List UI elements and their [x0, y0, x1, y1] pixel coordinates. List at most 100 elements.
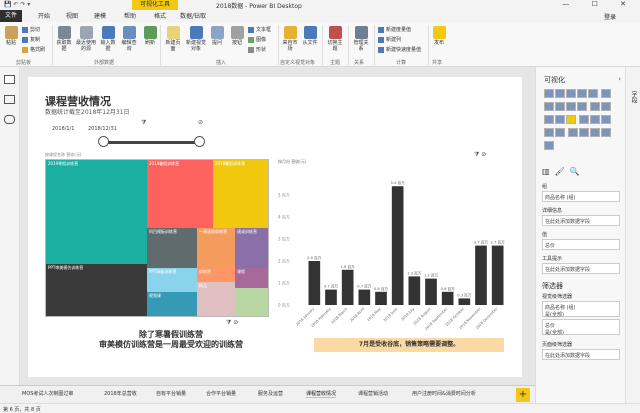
filter-icon[interactable]: ⧩ ⊘: [226, 319, 238, 327]
page-filter-well[interactable]: 在此处添加数据字段: [542, 349, 620, 360]
page-tab[interactable]: 服务及运营: [258, 390, 283, 397]
group-well[interactable]: 商品名称 (组): [542, 191, 620, 202]
visual-type-icon[interactable]: [544, 89, 554, 98]
bar[interactable]: [475, 245, 487, 305]
add-page-button[interactable]: +: [516, 388, 530, 402]
bar[interactable]: [325, 289, 337, 305]
switch-theme-button[interactable]: 切换主题: [326, 26, 344, 52]
new-page-button[interactable]: 新建页面: [164, 26, 182, 52]
treemap-visual[interactable]: 2019寒假训练营 2018暑假训练营 2018暑假训练营 PPT审美模仿训练营…: [45, 159, 269, 317]
treemap-tile[interactable]: 一周速成训练营: [197, 228, 235, 268]
visual-type-icon[interactable]: [578, 128, 589, 137]
visual-type-icon[interactable]: [589, 102, 600, 111]
treemap-tile[interactable]: PPT高级训练营: [147, 268, 197, 292]
date-slicer-track[interactable]: [102, 141, 198, 144]
fields-pane-collapsed[interactable]: 字段: [625, 67, 640, 403]
hide-icon[interactable]: ⊘: [198, 119, 203, 126]
slicer-start-date[interactable]: 2018/1/1: [52, 126, 74, 132]
shapes-button[interactable]: 形状: [248, 46, 266, 53]
manage-relations-button[interactable]: 管理关系: [352, 26, 370, 52]
ask-button[interactable]: 提问: [210, 26, 224, 46]
fields-format-analytics-icons[interactable]: ▥ 🖌 🔍: [542, 167, 580, 176]
tab-data-drill[interactable]: 数据/钻取: [180, 11, 206, 20]
treemap-visual-icon[interactable]: [566, 115, 576, 124]
visual-type-icon[interactable]: [544, 128, 554, 137]
treemap-tile[interactable]: PPT审美模仿训练营: [46, 264, 147, 316]
button-button[interactable]: 按钮: [230, 26, 244, 46]
filter-card[interactable]: 总价 是(全部): [542, 319, 620, 336]
visual-type-icon[interactable]: [567, 128, 578, 137]
bar[interactable]: [425, 278, 437, 305]
page-tab[interactable]: 合作平台销量: [206, 390, 236, 397]
window-controls[interactable]: — ☐ ✕: [562, 0, 636, 8]
page-tab-active[interactable]: 课程营收情况: [306, 390, 337, 398]
visual-type-icon[interactable]: [544, 141, 554, 150]
treemap-tile[interactable]: 2018暑假训练营: [213, 160, 268, 228]
collapse-icon[interactable]: ›: [618, 75, 621, 83]
page-tab[interactable]: 课程营销活动: [358, 390, 388, 397]
new-column-button[interactable]: 新建列: [378, 36, 401, 43]
treemap-tile[interactable]: 2018暑假训练营: [147, 160, 213, 228]
visual-type-icon[interactable]: [577, 102, 587, 111]
slicer-end-handle[interactable]: [194, 136, 205, 147]
get-data-button[interactable]: 获取数据: [55, 26, 73, 52]
bar[interactable]: [491, 245, 504, 305]
page-tab[interactable]: 自有平台销量: [156, 390, 186, 397]
slicer-start-handle[interactable]: [98, 136, 109, 147]
treemap-tile[interactable]: 速成训练营: [235, 228, 268, 268]
treemap-tile[interactable]: 视频课: [147, 292, 197, 316]
filter-card[interactable]: 商品名称 (组) 是(全部): [542, 301, 620, 318]
treemap-tile[interactable]: 训练营: [197, 268, 235, 282]
enter-data-button[interactable]: 输入数据: [99, 26, 117, 52]
bar[interactable]: [441, 291, 454, 305]
tab-home[interactable]: 开始: [38, 11, 50, 20]
values-well[interactable]: 总价: [542, 239, 620, 250]
bar[interactable]: [375, 291, 387, 305]
details-well[interactable]: 在此处添加数据字段: [542, 215, 620, 226]
model-view-icon[interactable]: [4, 115, 15, 124]
visual-type-icon[interactable]: [544, 115, 554, 124]
refresh-button[interactable]: 刷新: [143, 26, 157, 46]
login-link[interactable]: 登录: [604, 12, 616, 21]
visual-type-icon[interactable]: [566, 89, 576, 98]
tooltip-well[interactable]: 在此处添加数据字段: [542, 263, 620, 274]
visual-gallery[interactable]: [544, 89, 614, 154]
visual-type-icon[interactable]: [600, 115, 611, 124]
page-tab[interactable]: 2018年总营收: [104, 390, 137, 397]
bar-chart-visual[interactable]: 按月份 营收(元) 0 百万 1 百万 2 百万 3 百万 4 百万 5 百万 2.0 百万…: [276, 159, 516, 349]
visual-type-icon[interactable]: [578, 115, 589, 124]
slicer-end-date[interactable]: 2018/12/31: [88, 126, 117, 132]
from-market-button[interactable]: 来自市场: [282, 26, 298, 52]
tab-format[interactable]: 格式: [154, 11, 166, 20]
textbox-button[interactable]: 文本框: [248, 26, 271, 33]
copy-button[interactable]: 复制: [22, 36, 40, 43]
paste-button[interactable]: 粘贴: [4, 26, 18, 46]
visual-type-icon[interactable]: [577, 89, 587, 98]
quick-access-toolbar[interactable]: 💾 ↶ ↷ ▾: [4, 1, 30, 8]
edit-queries-button[interactable]: 编辑查询: [120, 26, 138, 52]
image-button[interactable]: 图像: [248, 36, 266, 43]
new-quick-measure-button[interactable]: 新建快速度量值: [378, 46, 421, 53]
tab-modeling[interactable]: 建模: [94, 11, 106, 20]
visual-type-icon[interactable]: [600, 89, 611, 98]
filter-icon[interactable]: ⧩: [141, 119, 146, 127]
new-measure-button[interactable]: 新建度量值: [378, 26, 411, 33]
visual-type-icon[interactable]: [600, 128, 611, 137]
visual-type-icon[interactable]: [555, 89, 565, 98]
visual-type-icon[interactable]: [566, 102, 576, 111]
bar[interactable]: [308, 261, 321, 305]
publish-button[interactable]: 发布: [432, 26, 446, 46]
bar[interactable]: [408, 276, 421, 305]
bar[interactable]: [358, 289, 371, 305]
data-view-icon[interactable]: [4, 95, 15, 104]
format-painter-button[interactable]: 格式刷: [22, 46, 45, 53]
visual-type-icon[interactable]: [600, 102, 611, 111]
treemap-tile[interactable]: 课程: [235, 268, 268, 288]
visual-type-icon[interactable]: [589, 128, 600, 137]
treemap-tile[interactable]: 科目模板训练营: [147, 228, 197, 268]
recent-sources-button[interactable]: 最近使用的源: [76, 26, 96, 52]
bar[interactable]: [458, 298, 471, 305]
page-tab[interactable]: 用户注册时间&消费时间分析: [412, 390, 476, 397]
bar[interactable]: [391, 186, 404, 305]
visual-type-icon[interactable]: [555, 102, 565, 111]
